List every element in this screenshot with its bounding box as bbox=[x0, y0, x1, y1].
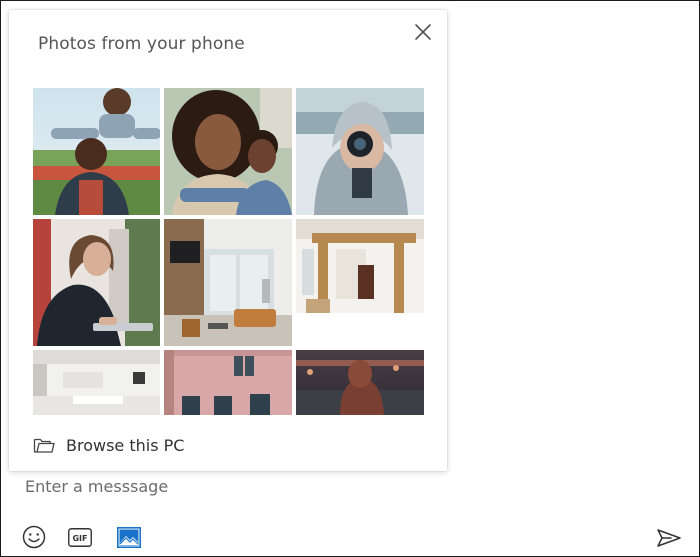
folder-icon bbox=[33, 438, 55, 453]
photo-grid bbox=[33, 88, 425, 415]
photo-image bbox=[164, 219, 292, 346]
photo-thumbnail[interactable] bbox=[33, 219, 160, 346]
close-icon bbox=[415, 24, 431, 40]
photo-thumbnail[interactable] bbox=[296, 88, 424, 215]
photo-thumbnail[interactable] bbox=[164, 219, 292, 346]
photo-thumbnail[interactable] bbox=[296, 219, 424, 346]
image-icon bbox=[117, 527, 141, 548]
image-button[interactable] bbox=[117, 527, 141, 548]
photos-popup: Photos from your phone Browse this PC bbox=[9, 10, 447, 471]
photo-thumbnail[interactable] bbox=[33, 88, 160, 215]
message-input[interactable] bbox=[21, 471, 629, 501]
photo-thumbnail[interactable] bbox=[164, 350, 292, 415]
gif-button[interactable]: GIF bbox=[68, 528, 92, 547]
close-button[interactable] bbox=[411, 20, 435, 44]
photo-image bbox=[164, 88, 292, 215]
photo-image bbox=[164, 350, 292, 415]
browse-pc-button[interactable]: Browse this PC bbox=[33, 433, 184, 457]
photo-image bbox=[33, 219, 160, 346]
browse-pc-label: Browse this PC bbox=[66, 435, 185, 455]
send-icon bbox=[657, 529, 681, 547]
emoji-button[interactable] bbox=[21, 524, 47, 550]
photo-image bbox=[296, 219, 424, 346]
chat-window: Photos from your phone Browse this PC En… bbox=[0, 0, 700, 557]
popup-title: Photos from your phone bbox=[38, 34, 245, 54]
emoji-icon bbox=[22, 525, 46, 549]
photo-image bbox=[33, 88, 160, 215]
photo-thumbnail[interactable] bbox=[164, 88, 292, 215]
photo-thumbnail[interactable] bbox=[33, 350, 160, 415]
photo-image bbox=[33, 350, 160, 415]
gif-label: GIF bbox=[72, 534, 87, 543]
gif-icon: GIF bbox=[68, 528, 92, 547]
photo-thumbnail[interactable] bbox=[296, 350, 424, 415]
photo-image bbox=[296, 88, 424, 215]
photo-image bbox=[296, 350, 424, 415]
send-button[interactable] bbox=[656, 528, 682, 548]
